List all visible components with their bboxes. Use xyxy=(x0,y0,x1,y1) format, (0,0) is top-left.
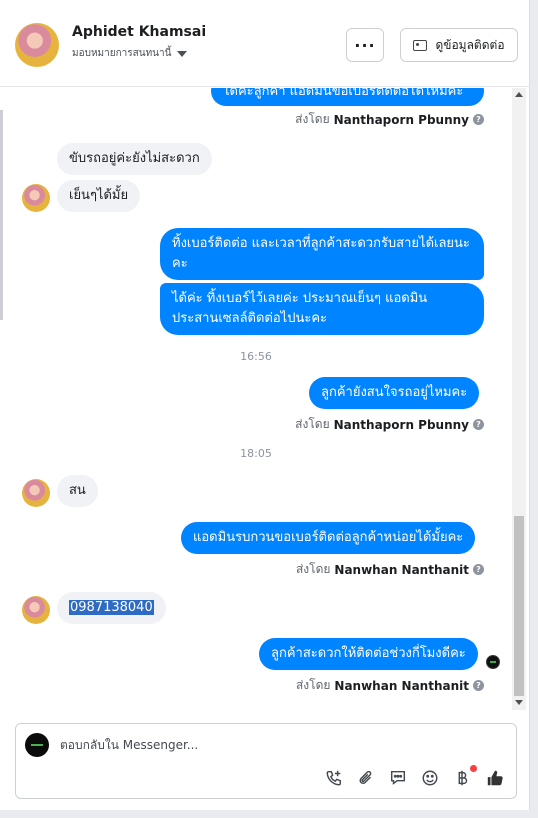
assign-conversation[interactable]: มอบหมายการสนทนานี้ xyxy=(72,46,188,61)
timestamp: 16:56 xyxy=(240,350,272,363)
sender-name[interactable]: Nanwhan Nanthanit xyxy=(334,563,469,577)
reply-input[interactable] xyxy=(60,738,500,752)
message-list: ได้ค่ะลูกค้า แอดมินขอเบอร์ติดต่อได้ไหมคะ… xyxy=(0,88,512,710)
sent-by-line: ส่งโดย Nanwhan Nanthanit ? xyxy=(296,560,484,579)
baht-icon[interactable] xyxy=(452,768,472,788)
message-incoming: ขับรถอยู่ค่ะยังไม่สะดวก xyxy=(57,143,212,175)
scroll-up-arrow-icon[interactable] xyxy=(515,92,523,97)
sent-by-prefix: ส่งโดย xyxy=(295,562,331,576)
message-outgoing: ได้ค่ะ ทิ้งเบอร์ไว้เลยค่ะ ประมาณเย็นๆ แอ… xyxy=(160,283,484,335)
sent-by-prefix: ส่งโดย xyxy=(295,112,330,126)
message-text: ได้ค่ะ ทิ้งเบอร์ไว้เลยค่ะ ประมาณเย็นๆ แอ… xyxy=(172,291,428,326)
sent-by-prefix: ส่งโดย xyxy=(295,678,331,692)
message-text: ขับรถอยู่ค่ะยังไม่สะดวก xyxy=(69,151,200,166)
message-incoming: สน xyxy=(57,475,98,507)
message-outgoing: แอดมินรบกวนขอเบอร์ติดต่อลูกค้าหน่อยได้มั… xyxy=(181,522,476,554)
sent-by-line: ส่งโดย Nanthaporn Pbunny ? xyxy=(295,110,484,129)
customer-name[interactable]: Aphidet Khamsai xyxy=(72,24,206,40)
message-text: ลูกค้าสะดวกให้ติดต่อช่วงกี่โมงดีคะ xyxy=(271,646,466,661)
conversation-panel: Aphidet Khamsai มอบหมายการสนทนานี้ ··· ด… xyxy=(0,0,530,810)
paperclip-icon[interactable] xyxy=(356,768,376,788)
seen-avatar xyxy=(486,655,500,669)
message-incoming: 0987138040 xyxy=(57,592,166,624)
scroll-thumb[interactable] xyxy=(514,516,524,696)
sender-name[interactable]: Nanthaporn Pbunny xyxy=(334,418,469,432)
timestamp: 18:05 xyxy=(240,447,272,460)
thumbs-up-icon[interactable] xyxy=(485,768,505,788)
message-outgoing: ได้ค่ะลูกค้า แอดมินขอเบอร์ติดต่อได้ไหมคะ xyxy=(211,88,484,106)
emoji-icon[interactable] xyxy=(420,768,440,788)
message-text: เย็นๆได้มั้ย xyxy=(69,188,129,203)
help-icon[interactable]: ? xyxy=(473,564,484,575)
notification-dot xyxy=(470,765,477,772)
sent-by-line: ส่งโดย Nanthaporn Pbunny ? xyxy=(295,415,484,434)
sender-avatar[interactable] xyxy=(22,479,50,507)
contact-card-icon xyxy=(413,39,428,51)
message-text: ลูกค้ายังสนใจรถอยู่ไหมคะ xyxy=(321,385,468,400)
help-icon[interactable]: ? xyxy=(473,680,484,691)
message-incoming: เย็นๆได้มั้ย xyxy=(57,180,141,212)
view-contact-button[interactable]: ดูข้อมูลติดต่อ xyxy=(400,28,518,62)
assign-label: มอบหมายการสนทนานี้ xyxy=(72,48,172,59)
message-scrollbar[interactable] xyxy=(512,88,526,710)
message-text: ทิ้งเบอร์ติดต่อ และเวลาที่ลูกค้าสะดวกรับ… xyxy=(172,236,470,271)
conversation-header: Aphidet Khamsai มอบหมายการสนทนานี้ ··· ด… xyxy=(0,0,530,87)
saved-reply-icon[interactable] xyxy=(388,768,408,788)
message-text[interactable]: 0987138040 xyxy=(69,600,154,615)
help-icon[interactable]: ? xyxy=(473,114,484,125)
sender-avatar[interactable] xyxy=(22,596,50,624)
message-text: แอดมินรบกวนขอเบอร์ติดต่อลูกค้าหน่อยได้มั… xyxy=(193,530,464,545)
scroll-down-arrow-icon[interactable] xyxy=(515,700,523,705)
sent-by-prefix: ส่งโดย xyxy=(295,417,330,431)
page-avatar xyxy=(25,733,49,757)
reply-composer xyxy=(15,723,517,799)
message-outgoing: ลูกค้ายังสนใจรถอยู่ไหมคะ xyxy=(309,377,480,409)
sender-name[interactable]: Nanthaporn Pbunny xyxy=(334,113,469,127)
customer-avatar[interactable] xyxy=(15,23,59,67)
sender-avatar[interactable] xyxy=(22,184,50,212)
message-text: ได้ค่ะลูกค้า แอดมินขอเบอร์ติดต่อได้ไหมคะ xyxy=(223,88,464,99)
chevron-down-icon xyxy=(177,50,188,57)
message-outgoing: ลูกค้าสะดวกให้ติดต่อช่วงกี่โมงดีคะ xyxy=(259,638,478,670)
message-outgoing: ทิ้งเบอร์ติดต่อ และเวลาที่ลูกค้าสะดวกรับ… xyxy=(160,228,484,280)
phone-plus-icon[interactable] xyxy=(324,768,344,788)
message-text: สน xyxy=(69,483,86,498)
more-options-button[interactable]: ··· xyxy=(346,28,384,62)
sender-name[interactable]: Nanwhan Nanthanit xyxy=(334,679,469,693)
view-contact-label: ดูข้อมูลติดต่อ xyxy=(435,37,505,52)
help-icon[interactable]: ? xyxy=(473,419,484,430)
sent-by-line: ส่งโดย Nanwhan Nanthanit ? xyxy=(296,676,484,695)
